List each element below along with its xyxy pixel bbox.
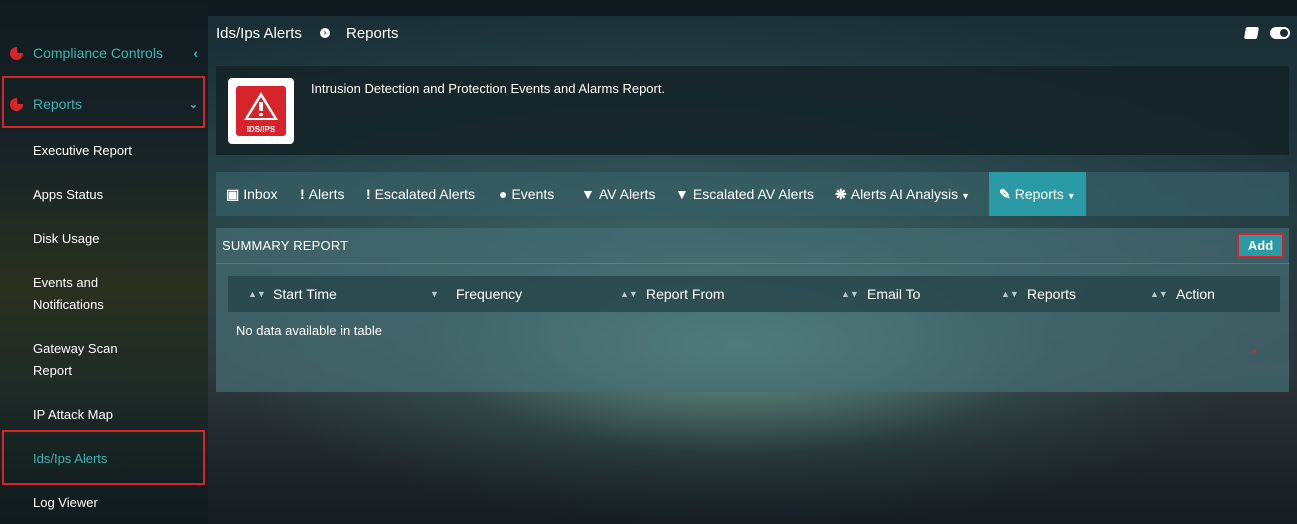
tab-alerts[interactable]: ! Alerts [300, 172, 344, 216]
tab-reports[interactable]: ✎ Reports ▼ [989, 172, 1086, 216]
sidebar: Compliance Controls ‹ Reports ⌄ Executiv… [0, 0, 208, 524]
toggle-icon[interactable] [1270, 27, 1290, 39]
tab-label: Alerts [308, 186, 345, 202]
sidebar-item-gateway-scan-report[interactable]: Gateway Scan Report [33, 338, 133, 382]
exclamation-icon: ! [366, 186, 371, 202]
page-header: IDS/IPS Intrusion Detection and Protecti… [216, 66, 1289, 155]
breadcrumb-root[interactable]: Ids/Ips Alerts [216, 25, 302, 42]
empty-table-message: No data available in table [236, 323, 382, 338]
page-description: Intrusion Detection and Protection Event… [311, 81, 666, 96]
summary-report-panel: SUMMARY REPORT Add ▲▼ Start Time ▼ Frequ… [216, 228, 1289, 392]
pie-chart-icon [10, 46, 23, 60]
tab-label: AV Alerts [598, 186, 656, 202]
caret-down-icon: ▼ [961, 191, 971, 201]
tab-av-alerts[interactable]: ▼ AV Alerts [581, 172, 655, 216]
sidebar-group-compliance-controls[interactable]: Compliance Controls ‹ [0, 28, 208, 78]
sort-icon: ▲▼ [1150, 289, 1168, 299]
sidebar-item-ip-attack-map[interactable]: IP Attack Map [33, 404, 183, 426]
highlight-box [2, 430, 205, 485]
sort-icon: ▲▼ [620, 289, 638, 299]
ai-icon: ❋ [835, 186, 847, 202]
sidebar-item-events-and-notifications[interactable]: Events and Notifications [33, 272, 113, 316]
sidebar-item-log-viewer[interactable]: Log Viewer [33, 492, 183, 514]
tab-label: Escalated Alerts [374, 186, 476, 202]
tab-label: Inbox [243, 186, 278, 202]
highlight-box [2, 76, 205, 128]
breadcrumb-current: Reports [346, 24, 399, 42]
warning-icon: IDS/IPS [236, 86, 286, 136]
add-button[interactable]: Add [1237, 233, 1284, 258]
column-header-reports[interactable]: Reports [1027, 276, 1076, 312]
column-header-report-from[interactable]: Report From [646, 276, 725, 312]
exclamation-icon: ! [300, 186, 305, 202]
sidebar-item-disk-usage[interactable]: Disk Usage [33, 228, 183, 250]
inbox-icon: ▣ [226, 186, 240, 202]
sidebar-item-apps-status[interactable]: Apps Status [33, 184, 183, 206]
tab-label: Events [511, 186, 555, 202]
shield-icon: ▼ [675, 186, 689, 202]
exclamation-circle-icon: ● [499, 186, 508, 202]
tab-inbox[interactable]: ▣ Inbox [226, 172, 277, 216]
indicator-dot [1253, 350, 1256, 353]
sort-icon: ▲▼ [248, 289, 266, 299]
column-header-email-to[interactable]: Email To [867, 276, 920, 312]
sort-icon: ▲▼ [841, 289, 859, 299]
shield-icon: ▼ [581, 186, 595, 202]
ids-ips-logo: IDS/IPS [228, 78, 294, 144]
tab-bar: ▣ Inbox ! Alerts ! Escalated Alerts ● Events… [216, 172, 1289, 216]
tab-escalated-av-alerts[interactable]: ▼ Escalated AV Alerts [675, 172, 814, 216]
panel-title: SUMMARY REPORT [222, 238, 349, 253]
sort-desc-icon: ▼ [430, 289, 439, 299]
tab-label: Escalated AV Alerts [692, 186, 814, 202]
arrow-circle-right-icon: › [320, 28, 330, 38]
tab-label: Reports [1014, 186, 1064, 202]
tab-escalated-alerts[interactable]: ! Escalated Alerts [366, 172, 475, 216]
table-header: ▲▼ Start Time ▼ Frequency ▲▼ Report From… [228, 276, 1280, 312]
caret-down-icon: ▼ [1066, 191, 1076, 201]
book-icon[interactable] [1243, 27, 1260, 39]
top-bar: Ids/Ips Alerts › Reports [208, 16, 1297, 50]
column-header-action[interactable]: Action [1176, 276, 1215, 312]
sort-icon: ▲▼ [1001, 289, 1019, 299]
logo-text: IDS/IPS [247, 125, 276, 134]
tab-events[interactable]: ● Events [499, 172, 554, 216]
column-header-frequency[interactable]: Frequency [456, 276, 522, 312]
sidebar-item-executive-report[interactable]: Executive Report [33, 140, 183, 162]
sidebar-group-label: Compliance Controls [33, 45, 163, 61]
main-content: Ids/Ips Alerts › Reports IDS/IPS Intrusi… [208, 16, 1297, 524]
pencil-icon: ✎ [999, 186, 1011, 202]
tab-label: Alerts AI Analysis [850, 186, 959, 202]
column-header-start-time[interactable]: Start Time [273, 276, 337, 312]
chevron-left-icon: ‹ [193, 45, 198, 61]
divider [216, 263, 1289, 264]
tab-alerts-ai-analysis[interactable]: ❋ Alerts AI Analysis ▼ [835, 172, 970, 216]
